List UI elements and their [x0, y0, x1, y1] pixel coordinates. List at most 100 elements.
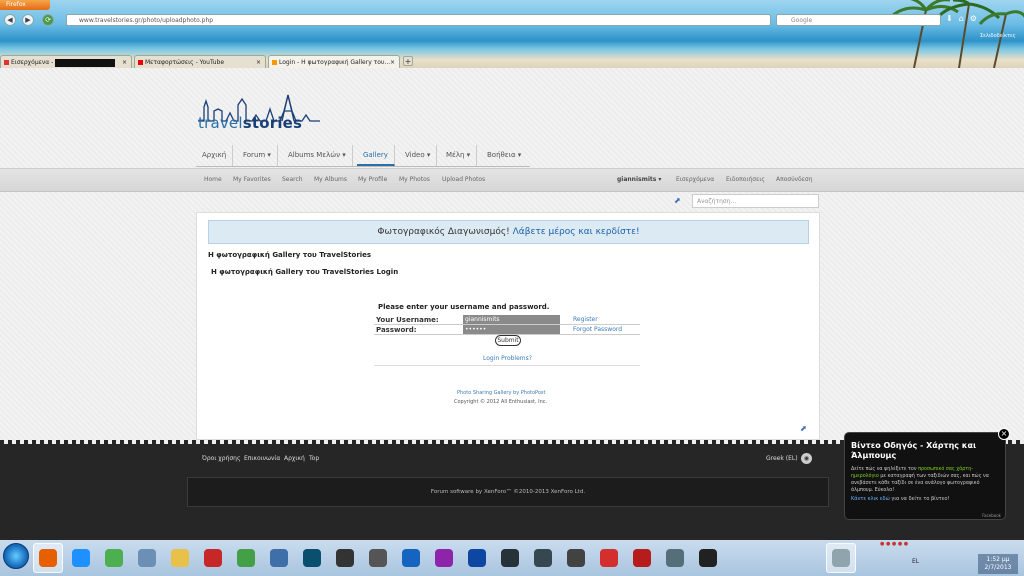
subnav-home[interactable]: Home [204, 176, 222, 183]
subnav-profile[interactable]: My Profile [358, 176, 387, 183]
user-menu[interactable]: giannismits ▾ [617, 176, 661, 183]
taskbar-football-button[interactable] [330, 543, 360, 573]
taskbar-chrome-button[interactable] [99, 543, 129, 573]
subnav-photos[interactable]: My Photos [399, 176, 430, 183]
footer-contact-link[interactable]: Επικοινωνία [244, 455, 280, 462]
firefox-menu-button[interactable]: Firefox [0, 0, 50, 10]
close-tab-icon[interactable]: × [122, 56, 127, 68]
taskbar-app-red-button[interactable] [198, 543, 228, 573]
subnav-search[interactable]: Search [282, 176, 303, 183]
content-panel: Φωτογραφικός Διαγωνισμός! Λάβετε μέρος κ… [196, 212, 820, 440]
nav-help[interactable]: Βοήθεια ▾ [481, 145, 527, 166]
taskbar-internet-explorer-button[interactable] [66, 543, 96, 573]
taskbar-media-button[interactable] [297, 543, 327, 573]
language-indicator[interactable]: EL [912, 558, 919, 565]
subnav-upload[interactable]: Upload Photos [442, 176, 485, 183]
taskbar-app-monitor-button[interactable] [693, 543, 723, 573]
tab-strip: Εισερχόμενα - × Μεταφορτώσεις - YouTube … [0, 54, 1024, 68]
taskbar-network-button[interactable] [132, 543, 162, 573]
divider [374, 365, 640, 366]
main-navigation: Αρχική Forum ▾ Albums Μελών ▾ Gallery Vi… [0, 145, 1024, 167]
subnav-favorites[interactable]: My Favorites [233, 176, 271, 183]
lightroom-icon [534, 549, 552, 567]
expand-icon[interactable]: ⬈ [800, 424, 807, 433]
taskbar-app-gray-button[interactable] [561, 543, 591, 573]
bookmarks-label[interactable]: Σελιδοδείκτες [980, 33, 1016, 39]
footer-terms-link[interactable]: Όροι χρήσης [202, 455, 241, 462]
rss-icon[interactable]: ◉ [801, 453, 812, 464]
taskbar-picasa-button[interactable] [429, 543, 459, 573]
nav-home[interactable]: Αρχική [196, 145, 234, 166]
search-options-icon[interactable]: ⬈ [674, 196, 681, 205]
video-guide-popup: × Βίντεο Οδηγός - Χάρτης και Άλμπουμς Δε… [844, 428, 1010, 520]
photopost-credit-link[interactable]: Photo Sharing Gallery by PhotoPost [457, 390, 545, 396]
home-app-icon[interactable]: ⟳ [42, 14, 54, 26]
nav-video[interactable]: Video ▾ [399, 145, 438, 166]
taskbar-folder-button[interactable] [165, 543, 195, 573]
taskbar-app-ball-button[interactable] [660, 543, 690, 573]
taskbar-google-earth-button[interactable] [396, 543, 426, 573]
app-gray-icon [567, 549, 585, 567]
tray-icons[interactable]: ● ● ● ● ● [880, 541, 1024, 551]
forgot-password-link[interactable]: Forgot Password [573, 326, 622, 333]
tab-login[interactable]: Login - Η φωτογραφική Gallery του... × [268, 55, 400, 68]
submit-button[interactable]: Submit [495, 335, 521, 346]
taskbar-photoshop-button[interactable] [462, 543, 492, 573]
taskbar-app-dark-button[interactable] [495, 543, 525, 573]
taskbar-lightroom-button[interactable] [528, 543, 558, 573]
close-icon[interactable]: × [998, 428, 1010, 440]
site-logo-text[interactable]: travelstories [198, 114, 302, 132]
popup-footer-text: Facebook [982, 513, 1001, 518]
alerts-link[interactable]: Ειδοποιήσεις [726, 176, 765, 183]
system-clock[interactable]: 1:52 μμ 2/7/2013 [978, 554, 1018, 574]
nav-gallery[interactable]: Gallery [357, 145, 395, 166]
username-input[interactable]: giannismits [463, 315, 560, 324]
close-tab-icon[interactable]: × [256, 56, 261, 68]
sub-navigation: Home My Favorites Search My Albums My Pr… [0, 168, 1024, 192]
tab-youtube[interactable]: Μεταφορτώσεις - YouTube × [134, 55, 266, 68]
navigation-toolbar: ◀ ▶ ⟳ www.travelstories.gr/photo/uploadp… [0, 12, 1024, 28]
footer-top-link[interactable]: Top [309, 455, 319, 462]
start-button[interactable] [3, 543, 29, 569]
logout-link[interactable]: Αποσύνδεση [776, 176, 813, 183]
taskbar-app-flag-button[interactable] [627, 543, 657, 573]
toolbar-icons[interactable]: ⬇⌂⚙ [946, 14, 983, 23]
app-dark-icon [501, 549, 519, 567]
footer-home-link[interactable]: Αρχική [284, 455, 305, 462]
login-problems-link[interactable]: Login Problems? [483, 355, 532, 362]
gmail-icon [4, 60, 9, 65]
popup-link-row: Κάντε κλικ εδώ για να δείτε το βίντεο! [851, 496, 950, 502]
forward-icon[interactable]: ▶ [22, 14, 34, 26]
nav-forum[interactable]: Forum ▾ [237, 145, 278, 166]
language-chooser[interactable]: Greek (EL) [766, 455, 798, 462]
taskbar-firefox-button[interactable] [33, 543, 63, 573]
chrome-icon [105, 549, 123, 567]
subnav-albums[interactable]: My Albums [314, 176, 347, 183]
hp-icon [369, 549, 387, 567]
nav-members[interactable]: Μέλη ▾ [440, 145, 478, 166]
taskbar-app-blue-button[interactable] [264, 543, 294, 573]
contest-link[interactable]: Λάβετε μέρος και κερδίστε! [513, 227, 640, 237]
popup-title: Βίντεο Οδηγός - Χάρτης και Άλμπουμς [851, 441, 977, 460]
url-bar[interactable]: www.travelstories.gr/photo/uploadphoto.p… [66, 14, 771, 26]
app-current-icon [832, 549, 850, 567]
password-label: Password: [376, 326, 417, 334]
taskbar-app-current-button[interactable] [826, 543, 856, 573]
taskbar-app-red2-button[interactable] [594, 543, 624, 573]
login-prompt: Please enter your username and password. [378, 303, 550, 311]
browser-chrome: Firefox ◀ ▶ ⟳ www.travelstories.gr/photo… [0, 0, 1024, 68]
nav-member-albums[interactable]: Albums Μελών ▾ [282, 145, 353, 166]
password-input[interactable]: •••••• [463, 325, 560, 334]
taskbar-utorrent-button[interactable] [231, 543, 261, 573]
popup-click-here-link[interactable]: Κάντε κλικ εδώ [851, 496, 890, 502]
new-tab-button[interactable]: + [403, 56, 413, 66]
register-link[interactable]: Register [573, 316, 598, 323]
taskbar-hp-button[interactable] [363, 543, 393, 573]
tab-inbox[interactable]: Εισερχόμενα - × [0, 55, 132, 68]
site-search-input[interactable]: Αναζήτηση... [692, 194, 819, 208]
back-icon[interactable]: ◀ [4, 14, 16, 26]
inbox-link[interactable]: Εισερχόμενα [676, 176, 714, 183]
forum-software-credit: Forum software by XenForo™ ©2010-2013 Xe… [187, 477, 829, 507]
close-tab-icon[interactable]: × [390, 56, 395, 68]
search-bar[interactable]: Google [776, 14, 941, 26]
